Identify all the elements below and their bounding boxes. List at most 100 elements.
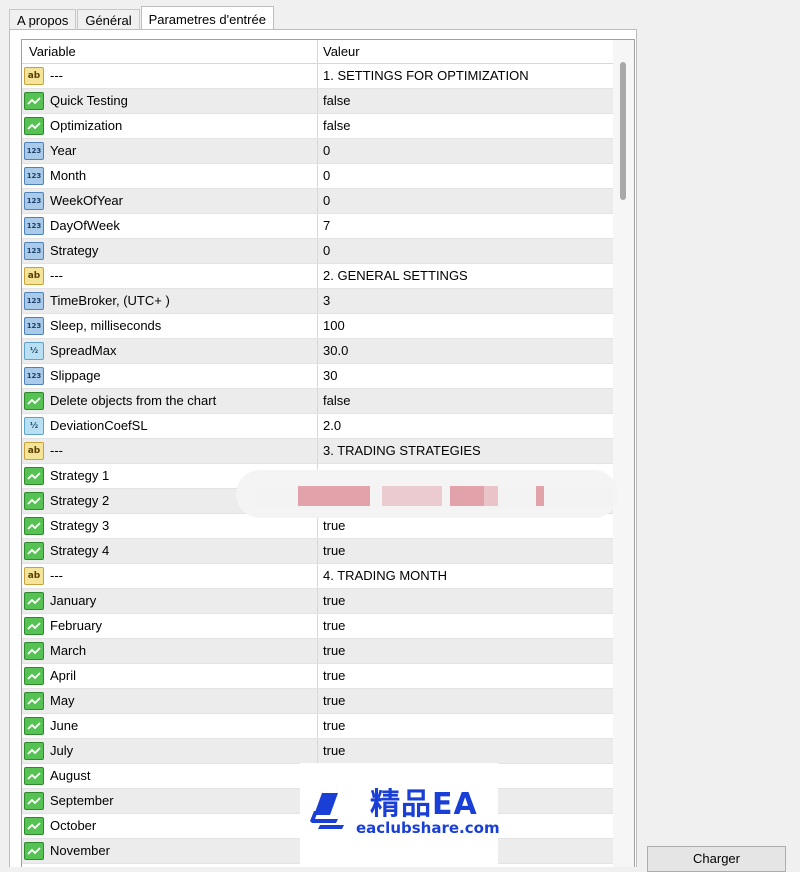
variable-name: --- xyxy=(50,443,63,458)
parameter-row[interactable]: February true xyxy=(22,614,613,639)
value-cell[interactable]: 0 xyxy=(318,164,613,188)
boolean-type-icon xyxy=(24,842,44,860)
parameter-row[interactable]: ab --- 2. GENERAL SETTINGS xyxy=(22,264,613,289)
value-cell[interactable]: true xyxy=(318,614,613,638)
variable-cell: ab --- xyxy=(22,64,318,88)
scrollbar-thumb[interactable] xyxy=(620,62,626,200)
variable-name: TimeBroker, (UTC+ ) xyxy=(50,293,170,308)
parameter-row[interactable]: March true xyxy=(22,639,613,664)
value-cell[interactable]: true xyxy=(318,714,613,738)
boolean-type-icon xyxy=(24,542,44,560)
parameter-row[interactable]: ½ SpreadMax 30.0 xyxy=(22,339,613,364)
variable-name: Strategy 1 xyxy=(50,468,110,483)
variable-name: Quick Testing xyxy=(50,93,128,108)
value-cell[interactable]: true xyxy=(318,689,613,713)
value-cell[interactable]: 0 xyxy=(318,239,613,263)
parameter-row[interactable]: ½ DeviationCoefSL 2.0 xyxy=(22,414,613,439)
parameter-row[interactable]: 123 TimeBroker, (UTC+ ) 3 xyxy=(22,289,613,314)
variable-cell: Strategy 4 xyxy=(22,539,318,563)
parameter-row[interactable]: 123 Year 0 xyxy=(22,139,613,164)
tab-input-parameters[interactable]: Parametres d'entrée xyxy=(140,6,274,31)
parameter-row[interactable]: ab --- 4. TRADING MONTH xyxy=(22,564,613,589)
variable-name: June xyxy=(50,718,79,733)
value-cell[interactable]: true xyxy=(318,639,613,663)
variable-name: January xyxy=(50,593,97,608)
parameter-row[interactable]: 123 DayOfWeek 7 xyxy=(22,214,613,239)
parameter-row[interactable]: Delete objects from the chart false xyxy=(22,389,613,414)
value-cell[interactable]: 7 xyxy=(318,214,613,238)
value-cell[interactable]: 0 xyxy=(318,189,613,213)
parameter-row[interactable]: June true xyxy=(22,714,613,739)
variable-name: Strategy 2 xyxy=(50,493,110,508)
value-cell[interactable]: 2. GENERAL SETTINGS xyxy=(318,264,613,288)
variable-cell: March xyxy=(22,639,318,663)
boolean-type-icon xyxy=(24,392,44,410)
load-button[interactable]: Charger xyxy=(647,846,786,872)
variable-name: DayOfWeek xyxy=(50,218,120,233)
variable-cell: 123 Sleep, milliseconds xyxy=(22,314,318,338)
parameter-row[interactable]: July true xyxy=(22,739,613,764)
watermark-logo-icon xyxy=(310,793,344,829)
parameter-row[interactable]: 123 Month 0 xyxy=(22,164,613,189)
parameter-row[interactable]: 123 Sleep, milliseconds 100 xyxy=(22,314,613,339)
parameter-row[interactable]: January true xyxy=(22,589,613,614)
variable-name: Month xyxy=(50,168,87,183)
boolean-type-icon xyxy=(24,492,44,510)
variable-cell: Optimization xyxy=(22,114,318,138)
variable-name: April xyxy=(50,668,77,683)
boolean-type-icon xyxy=(24,717,44,735)
value-cell[interactable]: false xyxy=(318,389,613,413)
boolean-type-icon xyxy=(24,617,44,635)
integer-type-icon: 123 xyxy=(24,292,44,310)
value-cell[interactable]: 3 xyxy=(318,289,613,313)
value-cell[interactable]: 100 xyxy=(318,314,613,338)
variable-cell: July xyxy=(22,739,318,763)
string-type-icon: ab xyxy=(24,442,44,460)
column-header-variable[interactable]: Variable xyxy=(22,40,318,64)
value-cell[interactable]: 30 xyxy=(318,364,613,388)
value-cell[interactable]: 30.0 xyxy=(318,339,613,363)
variable-cell: 123 DayOfWeek xyxy=(22,214,318,238)
variable-cell: 123 Slippage xyxy=(22,364,318,388)
value-cell[interactable]: 1. SETTINGS FOR OPTIMIZATION xyxy=(318,64,613,88)
column-header-value[interactable]: Valeur xyxy=(318,40,613,64)
value-cell[interactable]: true xyxy=(318,539,613,563)
integer-type-icon: 123 xyxy=(24,192,44,210)
value-cell[interactable]: true xyxy=(318,664,613,688)
value-cell[interactable]: 2.0 xyxy=(318,414,613,438)
value-cell[interactable]: true xyxy=(318,589,613,613)
vertical-scrollbar[interactable] xyxy=(613,40,634,867)
parameter-row[interactable]: ab --- 3. TRADING STRATEGIES xyxy=(22,439,613,464)
parameter-row[interactable]: May true xyxy=(22,689,613,714)
parameter-row[interactable]: Strategy 4 true xyxy=(22,539,613,564)
parameter-row[interactable]: 123 WeekOfYear 0 xyxy=(22,189,613,214)
variable-name: --- xyxy=(50,68,63,83)
tab-general[interactable]: Général xyxy=(77,9,140,30)
boolean-type-icon xyxy=(24,692,44,710)
variable-name: Slippage xyxy=(50,368,101,383)
variable-cell: ab --- xyxy=(22,264,318,288)
tab-about[interactable]: A propos xyxy=(9,9,77,30)
variable-cell: January xyxy=(22,589,318,613)
value-cell[interactable]: false xyxy=(318,89,613,113)
boolean-type-icon xyxy=(24,92,44,110)
parameter-row[interactable]: April true xyxy=(22,664,613,689)
parameter-row[interactable]: Optimization false xyxy=(22,114,613,139)
parameter-row[interactable]: Quick Testing false xyxy=(22,89,613,114)
value-cell[interactable]: 4. TRADING MONTH xyxy=(318,564,613,588)
value-cell[interactable]: 3. TRADING STRATEGIES xyxy=(318,439,613,463)
variable-name: Delete objects from the chart xyxy=(50,393,217,408)
variable-cell: August xyxy=(22,764,318,788)
parameter-row[interactable]: 123 Slippage 30 xyxy=(22,364,613,389)
tab-bar: A propos Général Parametres d'entrée xyxy=(9,4,275,31)
variable-cell: Quick Testing xyxy=(22,89,318,113)
value-cell[interactable]: false xyxy=(318,114,613,138)
string-type-icon: ab xyxy=(24,267,44,285)
parameter-row[interactable]: 123 Strategy 0 xyxy=(22,239,613,264)
variable-cell: 123 Year xyxy=(22,139,318,163)
variable-name: August xyxy=(50,768,91,783)
parameter-row[interactable]: ab --- 1. SETTINGS FOR OPTIMIZATION xyxy=(22,64,613,89)
value-cell[interactable]: 0 xyxy=(318,139,613,163)
value-cell[interactable]: true xyxy=(318,739,613,763)
boolean-type-icon xyxy=(24,467,44,485)
